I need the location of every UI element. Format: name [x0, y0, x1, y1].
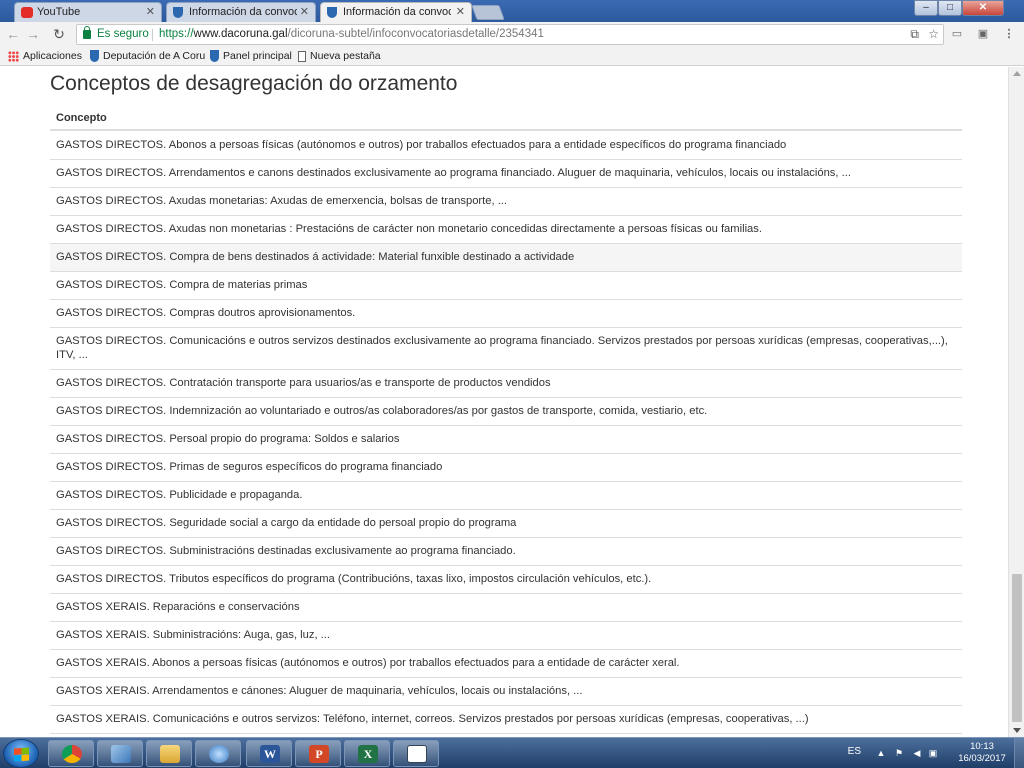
taskbar-word[interactable]: W	[246, 740, 292, 767]
taskbar: W P X ES ▲ ⚑ ◀ ▣ 10:13 16/03/2017	[0, 737, 1024, 768]
table-row: GASTOS DIRECTOS. Arrendamentos e canons …	[50, 160, 962, 188]
chrome-icon	[62, 745, 82, 763]
browser-toolbar: ← → ↻ Es seguro https://www.dacoruna.gal…	[0, 22, 1024, 47]
page-icon	[298, 50, 306, 62]
document-icon	[407, 745, 427, 763]
table-row: GASTOS DIRECTOS. Comunicacións e outros …	[50, 328, 962, 370]
scroll-up-icon[interactable]	[1013, 71, 1021, 76]
tab-label: Información da convocat	[189, 6, 297, 18]
apps-icon	[8, 50, 19, 62]
lock-icon	[83, 26, 91, 39]
table-row: GASTOS DIRECTOS. Subministracións destin…	[50, 538, 962, 566]
tab-strip: YouTube ✕ Información da convocat ✕ Info…	[0, 0, 1024, 22]
table-row: GASTOS DIRECTOS. Compra de bens destinad…	[50, 244, 962, 272]
taskbar-control-panel[interactable]	[97, 740, 143, 767]
bookmarks-bar: Aplicaciones Deputación de A Coru Panel …	[0, 47, 1024, 66]
powerpoint-icon: P	[309, 745, 329, 763]
bookmark-aplicaciones[interactable]: Aplicaciones	[8, 47, 82, 65]
clock-time: 10:13	[970, 741, 994, 752]
bookmark-panel-principal[interactable]: Panel principal	[210, 47, 292, 65]
close-tab-icon[interactable]: ✕	[456, 3, 465, 22]
table-row: GASTOS DIRECTOS. Indemnización ao volunt…	[50, 398, 962, 426]
close-tab-icon[interactable]: ✕	[300, 3, 309, 22]
youtube-icon	[21, 7, 33, 18]
taskbar-document[interactable]	[393, 740, 439, 767]
table-row: GASTOS DIRECTOS. Axudas monetarias: Axud…	[50, 188, 962, 216]
taskbar-network[interactable]	[195, 740, 241, 767]
table-row: GASTOS XERAIS. Arrendamentos e cánones: …	[50, 678, 962, 706]
tab-convocatoria-1[interactable]: Información da convocat ✕	[166, 2, 316, 22]
bookmark-star-icon[interactable]: ☆	[928, 27, 939, 41]
volume-icon[interactable]: ◀	[912, 748, 922, 758]
table-row: GASTOS XERAIS. Reparacións e conservació…	[50, 594, 962, 622]
file-explorer-icon	[160, 745, 180, 763]
network-tray-icon[interactable]: ▣	[928, 748, 938, 758]
windows-logo-icon	[14, 747, 29, 762]
address-bar[interactable]: Es seguro https://www.dacoruna.gal/dicor…	[76, 24, 944, 45]
shield-icon	[327, 7, 337, 18]
bookmark-deputacion[interactable]: Deputación de A Coru	[90, 47, 205, 65]
taskbar-excel[interactable]: X	[344, 740, 390, 767]
flag-icon[interactable]: ⚑	[894, 748, 904, 758]
language-indicator[interactable]: ES	[848, 746, 861, 757]
table-row: GASTOS DIRECTOS. Tributos específicos do…	[50, 566, 962, 594]
tab-label: Información da convocat	[343, 6, 451, 18]
clock[interactable]: 10:13 16/03/2017	[954, 741, 1010, 765]
scrollbar-thumb[interactable]	[1012, 574, 1022, 722]
bookmark-nueva-pestana[interactable]: Nueva pestaña	[298, 47, 381, 65]
taskbar-file-explorer[interactable]	[146, 740, 192, 767]
close-tab-icon[interactable]: ✕	[146, 3, 155, 22]
restore-button[interactable]: □	[938, 0, 962, 16]
back-icon[interactable]: ←	[4, 26, 22, 44]
menu-icon[interactable]: ⋮	[1002, 27, 1016, 41]
system-tray: ES ▲ ⚑ ◀ ▣ 10:13 16/03/2017	[834, 738, 1024, 768]
show-hidden-icons-icon[interactable]: ▲	[876, 748, 886, 758]
table-row: GASTOS XERAIS. Comunicacións e outros se…	[50, 706, 962, 734]
concepts-table-body: GASTOS DIRECTOS. Abonos a persoas física…	[50, 132, 962, 734]
new-tab-button[interactable]	[471, 5, 505, 20]
taskbar-powerpoint[interactable]: P	[295, 740, 341, 767]
table-row: GASTOS DIRECTOS. Contratación transporte…	[50, 370, 962, 398]
security-label[interactable]: Es seguro	[97, 25, 149, 44]
close-window-button[interactable]: ✕	[962, 0, 1004, 16]
table-row: GASTOS DIRECTOS. Persoal propio do progr…	[50, 426, 962, 454]
tab-youtube[interactable]: YouTube ✕	[14, 2, 162, 22]
table-row: GASTOS XERAIS. Subministracións: Auga, g…	[50, 622, 962, 650]
extension-icon[interactable]: ▭	[950, 27, 964, 41]
table-row: GASTOS DIRECTOS. Compra de materias prim…	[50, 272, 962, 300]
minimize-button[interactable]: –	[914, 0, 938, 16]
excel-icon: X	[358, 745, 378, 763]
url-text[interactable]: https://www.dacoruna.gal/dicoruna-subtel…	[159, 25, 544, 44]
show-desktop-button[interactable]	[1014, 738, 1024, 768]
start-button[interactable]	[3, 739, 39, 768]
taskbar-chrome[interactable]	[48, 740, 94, 767]
scroll-down-icon[interactable]	[1013, 728, 1021, 733]
vertical-scrollbar[interactable]	[1008, 67, 1024, 737]
reload-icon[interactable]: ↻	[50, 26, 68, 44]
table-row: GASTOS DIRECTOS. Compras doutros aprovis…	[50, 300, 962, 328]
table-row: GASTOS DIRECTOS. Axudas non monetarias :…	[50, 216, 962, 244]
table-row: GASTOS XERAIS. Abonos a persoas físicas …	[50, 650, 962, 678]
omnibox-actions: ⧉ ☆	[910, 25, 939, 44]
clock-date: 16/03/2017	[958, 753, 1006, 764]
shield-icon	[90, 50, 99, 63]
page-viewport[interactable]: Conceptos de desagregación do orzamento …	[0, 67, 1008, 737]
translate-icon[interactable]: ⧉	[910, 27, 919, 41]
table-header-concepto: Concepto	[50, 107, 962, 131]
shield-icon	[210, 50, 219, 63]
tab-convocatoria-2[interactable]: Información da convocat ✕	[320, 2, 472, 22]
table-row: GASTOS DIRECTOS. Abonos a persoas física…	[50, 132, 962, 160]
forward-icon[interactable]: →	[24, 26, 42, 44]
page-title: Conceptos de desagregación do orzamento	[50, 72, 458, 95]
table-row: GASTOS DIRECTOS. Publicidade e propagand…	[50, 482, 962, 510]
divider	[152, 29, 153, 41]
shield-icon	[173, 7, 183, 18]
control-panel-icon	[111, 745, 131, 763]
table-row: GASTOS DIRECTOS. Primas de seguros espec…	[50, 454, 962, 482]
tab-label: YouTube	[37, 6, 81, 18]
word-icon: W	[260, 745, 280, 763]
network-icon	[209, 745, 229, 763]
profile-icon[interactable]: ▣	[976, 27, 990, 41]
table-row: GASTOS DIRECTOS. Seguridade social a car…	[50, 510, 962, 538]
